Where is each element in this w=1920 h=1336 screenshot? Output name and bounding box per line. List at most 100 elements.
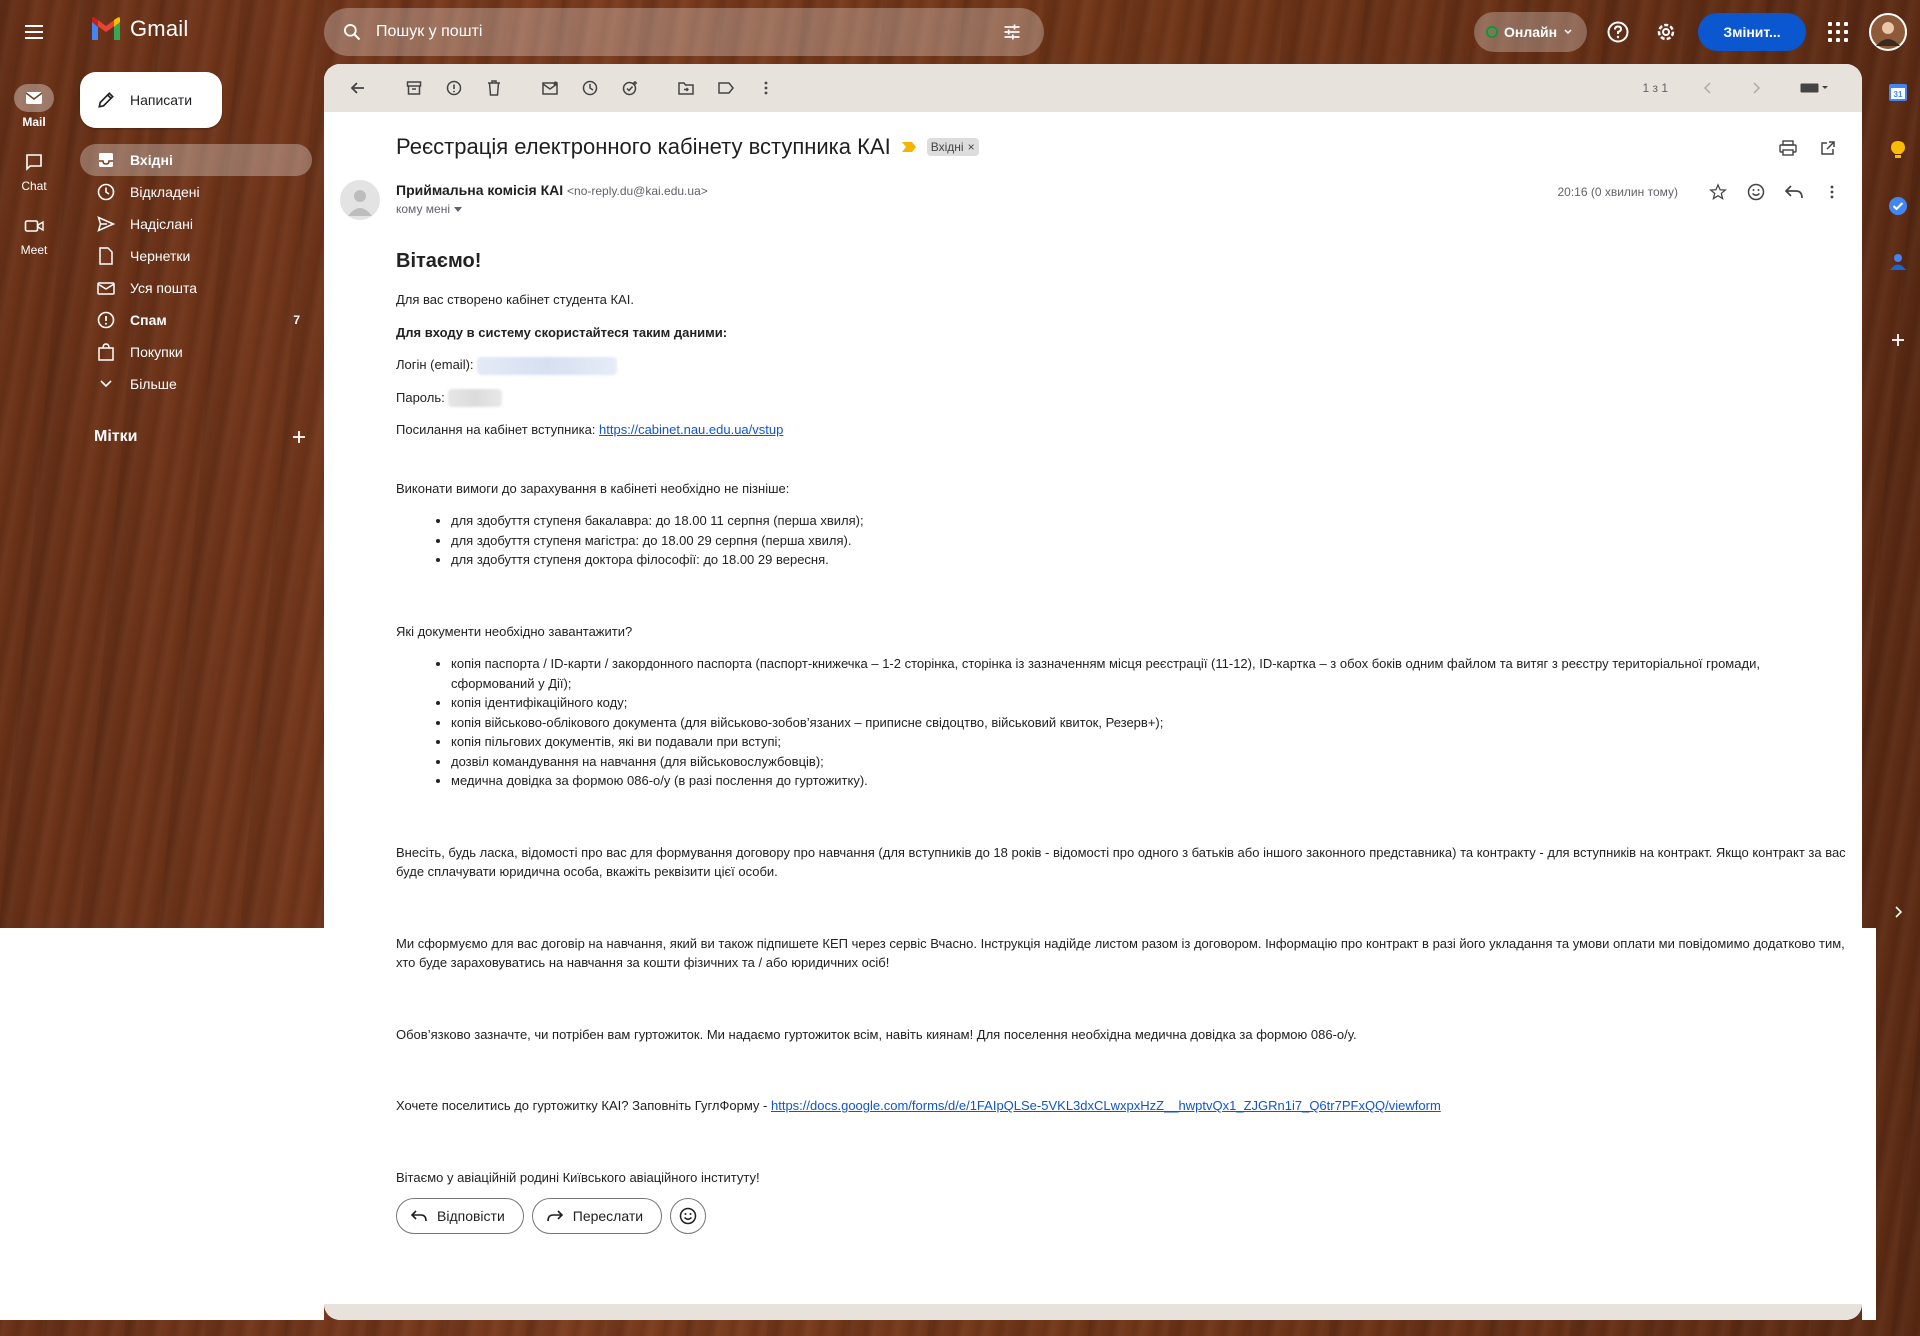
list-item: копія військово-облікового документа (дл… bbox=[451, 713, 1846, 733]
rail-chat-label: Chat bbox=[21, 179, 47, 193]
rail-mail[interactable]: Mail bbox=[0, 84, 68, 129]
sidebar-item-sent[interactable]: Надіслані bbox=[80, 208, 312, 240]
message-time: 20:16 (0 хвилин тому) bbox=[1557, 185, 1678, 199]
input-tools-keyboard-icon[interactable] bbox=[1800, 82, 1830, 94]
print-icon[interactable] bbox=[1774, 134, 1802, 162]
add-task-icon[interactable] bbox=[612, 70, 648, 106]
greeting-heading: Вітаємо! bbox=[396, 250, 482, 272]
compose-label: Написати bbox=[130, 92, 193, 108]
reply-arrow-icon bbox=[411, 1210, 427, 1222]
back-arrow-icon[interactable] bbox=[340, 70, 376, 106]
importance-marker-icon[interactable] bbox=[901, 141, 917, 153]
app-rail: Mail Chat Meet bbox=[0, 64, 68, 928]
remove-label-icon[interactable]: × bbox=[968, 140, 975, 154]
gmail-m-icon bbox=[92, 17, 120, 40]
recipient-label: кому мені bbox=[396, 202, 450, 216]
account-avatar[interactable] bbox=[1868, 12, 1908, 52]
move-to-folder-icon[interactable] bbox=[668, 70, 704, 106]
cabinet-label: Посилання на кабінет вступника: bbox=[396, 422, 596, 438]
list-item: для здобуття ступеня доктора філософії: … bbox=[451, 550, 1846, 570]
message-subject: Реєстрація електронного кабінету вступни… bbox=[396, 134, 891, 159]
contract-paragraph: Внесіть, будь ласка, відомості про вас д… bbox=[396, 844, 1846, 880]
video-icon bbox=[14, 212, 54, 240]
google-apps-icon[interactable] bbox=[1826, 20, 1850, 44]
chat-icon bbox=[14, 148, 54, 176]
status-selector[interactable]: Онлайн bbox=[1474, 12, 1588, 52]
search-options-icon[interactable] bbox=[988, 8, 1036, 56]
open-in-new-window-icon[interactable] bbox=[1814, 134, 1842, 162]
dormitory-paragraph: Обов’язково зазначте, чи потрібен вам гу… bbox=[396, 1026, 1357, 1042]
search-icon[interactable] bbox=[328, 8, 376, 56]
report-spam-icon[interactable] bbox=[436, 70, 472, 106]
sidebar-item-all-mail[interactable]: Уся пошта bbox=[80, 272, 312, 304]
app-name: Gmail bbox=[130, 16, 189, 41]
list-item: копія пільгових документів, які ви подав… bbox=[451, 732, 1846, 752]
contacts-icon[interactable] bbox=[1886, 250, 1910, 274]
search-bar[interactable] bbox=[324, 8, 1044, 56]
pencil-icon bbox=[98, 92, 114, 108]
label-tag-icon[interactable] bbox=[708, 70, 744, 106]
deadlines-list: для здобуття ступеня бакалавра: до 18.00… bbox=[396, 511, 1846, 570]
recipient-details[interactable]: кому мені bbox=[396, 202, 462, 216]
reply-button[interactable]: Відповісти bbox=[396, 1198, 524, 1234]
help-icon[interactable] bbox=[1602, 16, 1634, 48]
label-chip-text: Вхідні bbox=[930, 140, 964, 154]
calendar-icon[interactable]: 31 bbox=[1886, 80, 1910, 104]
switch-button[interactable]: Змінит... bbox=[1698, 13, 1806, 51]
sidebar-item-spam[interactable]: Спам 7 bbox=[80, 304, 312, 336]
emoji-reaction-button[interactable] bbox=[670, 1198, 707, 1234]
sidebar-item-more[interactable]: Більше bbox=[80, 368, 312, 400]
rail-meet-label: Meet bbox=[20, 243, 48, 257]
sidebar-item-drafts[interactable]: Чернетки bbox=[80, 240, 312, 272]
google-form-link[interactable]: https://docs.google.com/forms/d/e/1FAIpQ… bbox=[771, 1098, 1441, 1113]
list-item: копія паспорта / ID-карти / закордонного… bbox=[451, 654, 1846, 693]
tasks-icon[interactable] bbox=[1886, 194, 1910, 218]
sender-name[interactable]: Приймальна комісія КАІ bbox=[396, 182, 563, 198]
add-label-icon[interactable] bbox=[292, 430, 306, 444]
deadlines-intro: Виконати вимоги до зарахування в кабінет… bbox=[396, 480, 790, 496]
gmail-logo[interactable]: Gmail bbox=[90, 16, 188, 42]
form-label: Хочете поселитись до гуртожитку КАІ? Зап… bbox=[396, 1098, 768, 1114]
keep-bulb-icon[interactable] bbox=[1886, 138, 1910, 162]
dropdown-arrow-icon bbox=[454, 206, 462, 212]
search-input[interactable] bbox=[376, 23, 988, 41]
compose-button[interactable]: Написати bbox=[80, 72, 222, 128]
background-white-area bbox=[0, 928, 324, 1320]
main-menu-button[interactable] bbox=[20, 18, 48, 46]
emoji-reaction-icon[interactable] bbox=[1742, 178, 1770, 206]
closing-paragraph: Вітаємо у авіаційній родині Київського а… bbox=[396, 1169, 760, 1185]
agreement-paragraph: Ми сформуємо для вас договір на навчання… bbox=[396, 935, 1845, 971]
forward-button[interactable]: Переслати bbox=[531, 1198, 663, 1234]
star-icon[interactable] bbox=[1704, 178, 1732, 206]
chevron-right-icon[interactable] bbox=[1886, 900, 1910, 924]
settings-gear-icon[interactable] bbox=[1650, 16, 1682, 48]
sidebar-item-inbox[interactable]: Вхідні bbox=[80, 144, 312, 176]
rail-meet[interactable]: Meet bbox=[0, 212, 68, 257]
sender-avatar[interactable] bbox=[340, 180, 380, 220]
snooze-clock-icon[interactable] bbox=[572, 70, 608, 106]
inbox-icon bbox=[96, 150, 116, 170]
online-status-icon bbox=[1486, 26, 1498, 38]
send-icon bbox=[96, 214, 116, 234]
mark-unread-icon[interactable] bbox=[532, 70, 568, 106]
toolbar-pagination: 1 з 1 bbox=[1642, 64, 1830, 112]
cabinet-line: Посилання на кабінет вступника: https://… bbox=[396, 420, 1846, 440]
add-addon-icon[interactable] bbox=[1886, 328, 1910, 352]
sidebar-item-label: Відкладені bbox=[130, 184, 200, 200]
forward-arrow-icon bbox=[546, 1210, 563, 1222]
reply-arrow-icon[interactable] bbox=[1780, 178, 1808, 206]
subject-actions bbox=[1774, 134, 1842, 162]
cabinet-link[interactable]: https://cabinet.nau.edu.ua/vstup bbox=[599, 422, 783, 437]
more-vert-icon[interactable] bbox=[1818, 178, 1846, 206]
chevron-left-icon[interactable] bbox=[1704, 82, 1712, 94]
archive-icon[interactable] bbox=[396, 70, 432, 106]
label-chip-inbox[interactable]: Вхідні × bbox=[926, 138, 979, 156]
more-vert-icon[interactable] bbox=[748, 70, 784, 106]
side-panel: 31 bbox=[1876, 64, 1920, 928]
rail-chat[interactable]: Chat bbox=[0, 148, 68, 193]
sidebar-item-snoozed[interactable]: Відкладені bbox=[80, 176, 312, 208]
chevron-right-icon[interactable] bbox=[1752, 82, 1760, 94]
documents-intro: Які документи необхідно завантажити? bbox=[396, 623, 633, 639]
sidebar-item-purchases[interactable]: Покупки bbox=[80, 336, 312, 368]
delete-icon[interactable] bbox=[476, 70, 512, 106]
